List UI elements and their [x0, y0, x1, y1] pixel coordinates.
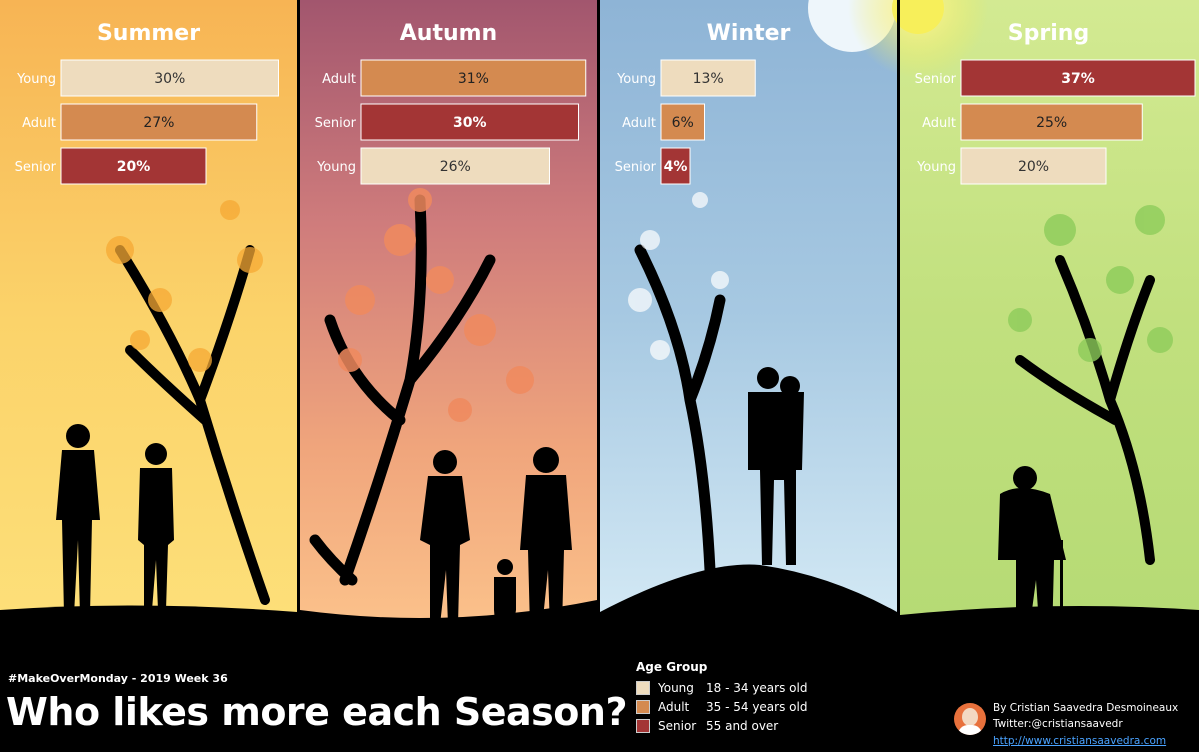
swatch-young	[636, 680, 650, 695]
value-label: 27%	[143, 115, 174, 131]
value-label: 20%	[117, 159, 151, 175]
row-label: Senior	[615, 160, 657, 175]
value-label: 30%	[154, 71, 185, 87]
row-label: Adult	[22, 116, 56, 131]
row-label: Young	[616, 72, 656, 87]
legend-desc: 35 - 54 years old	[706, 699, 808, 714]
value-label: 26%	[440, 159, 471, 175]
legend-label: Young	[658, 680, 694, 695]
legend-label: Senior	[658, 718, 697, 733]
swatch-adult	[636, 699, 650, 714]
divider-1	[297, 0, 300, 660]
row-label: Young	[916, 160, 956, 175]
value-label: 4%	[664, 159, 688, 175]
makeovermonday-tag: #MakeOverMonday - 2019 Week 36	[8, 672, 228, 685]
row-label: Adult	[622, 116, 656, 131]
author-avatar	[954, 703, 986, 735]
legend-desc: 55 and over	[706, 718, 779, 733]
season-infographic: Summer Young 30% Adult 27% Senior 20% Autumn Adu…	[0, 0, 1199, 752]
row-label: Senior	[915, 72, 957, 87]
row-label: Senior	[315, 116, 357, 131]
author-website-link[interactable]: http://www.cristiansaavedra.com	[993, 735, 1166, 747]
value-label: 25%	[1036, 115, 1067, 131]
value-label: 31%	[458, 71, 489, 87]
legend-desc: 18 - 34 years old	[706, 680, 808, 695]
legend-item-young[interactable]: Young 18 - 34 years old	[636, 678, 836, 697]
author-credits: By Cristian Saavedra Desmoineaux Twitter…	[954, 700, 1194, 750]
row-label: Adult	[322, 72, 356, 87]
main-title: Who likes more each Season?	[6, 690, 628, 734]
divider-2	[597, 0, 600, 660]
legend-item-senior[interactable]: Senior 55 and over	[636, 716, 836, 735]
author-twitter[interactable]: Twitter:@cristiansaavedr	[993, 718, 1123, 730]
panel-title-winter: Winter	[707, 21, 791, 46]
value-label: 6%	[672, 115, 694, 131]
swatch-senior	[636, 718, 650, 733]
row-label: Senior	[15, 160, 57, 175]
row-label: Young	[316, 160, 356, 175]
age-group-legend: Age Group Young 18 - 34 years old Adult …	[636, 660, 836, 742]
row-label: Adult	[922, 116, 956, 131]
panel-title-summer: Summer	[97, 21, 200, 46]
legend-label: Adult	[658, 699, 690, 714]
panel-title-spring: Spring	[1008, 21, 1089, 46]
value-label: 37%	[1061, 71, 1095, 87]
panel-title-autumn: Autumn	[400, 21, 497, 46]
legend-item-adult[interactable]: Adult 35 - 54 years old	[636, 697, 836, 716]
value-label: 30%	[453, 115, 487, 131]
value-label: 13%	[693, 71, 724, 87]
author-name: By Cristian Saavedra Desmoineaux	[993, 702, 1179, 714]
legend-title: Age Group	[636, 660, 708, 674]
value-label: 20%	[1018, 159, 1049, 175]
row-label: Young	[16, 72, 56, 87]
divider-3	[897, 0, 900, 660]
